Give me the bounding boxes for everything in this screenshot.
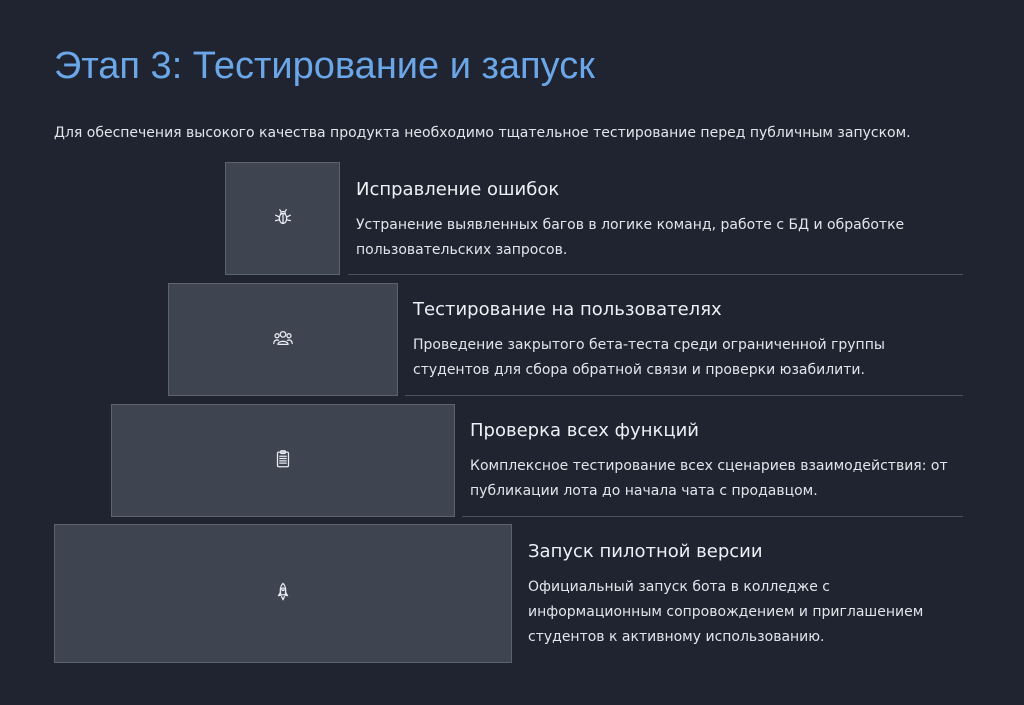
- step-title: Запуск пилотной версии: [528, 541, 763, 562]
- step-block-function-check: [111, 404, 455, 517]
- users-icon: [272, 327, 294, 353]
- step-info-pilot-launch: Запуск пилотной версии Официальный запус…: [528, 539, 968, 650]
- rocket-icon: [272, 581, 294, 607]
- bug-icon: [272, 206, 294, 232]
- step-block-bug-fixing: [225, 162, 340, 275]
- step-title: Исправление ошибок: [356, 179, 560, 200]
- step-info-bug-fixing: Исправление ошибок Устранение выявленных…: [356, 177, 956, 263]
- step-description: Устранение выявленных багов в логике ком…: [356, 217, 905, 258]
- step-block-pilot-launch: [54, 524, 512, 663]
- step-divider: [462, 516, 963, 517]
- step-description: Комплексное тестирование всех сценариев …: [470, 458, 948, 499]
- step-description: Проведение закрытого бета-теста среди ог…: [413, 337, 885, 378]
- page-title: Этап 3: Тестирование и запуск: [54, 45, 595, 87]
- step-title: Тестирование на пользователях: [413, 299, 722, 320]
- step-block-user-testing: [168, 283, 398, 396]
- step-info-function-check: Проверка всех функций Комплексное тестир…: [470, 418, 970, 504]
- clipboard-icon: [272, 448, 294, 474]
- step-divider: [348, 274, 963, 275]
- step-description: Официальный запуск бота в колледже с инф…: [528, 579, 924, 645]
- page-subtitle: Для обеспечения высокого качества продук…: [54, 125, 911, 141]
- step-title: Проверка всех функций: [470, 420, 699, 441]
- step-divider: [405, 395, 963, 396]
- step-info-user-testing: Тестирование на пользователях Проведение…: [413, 297, 973, 383]
